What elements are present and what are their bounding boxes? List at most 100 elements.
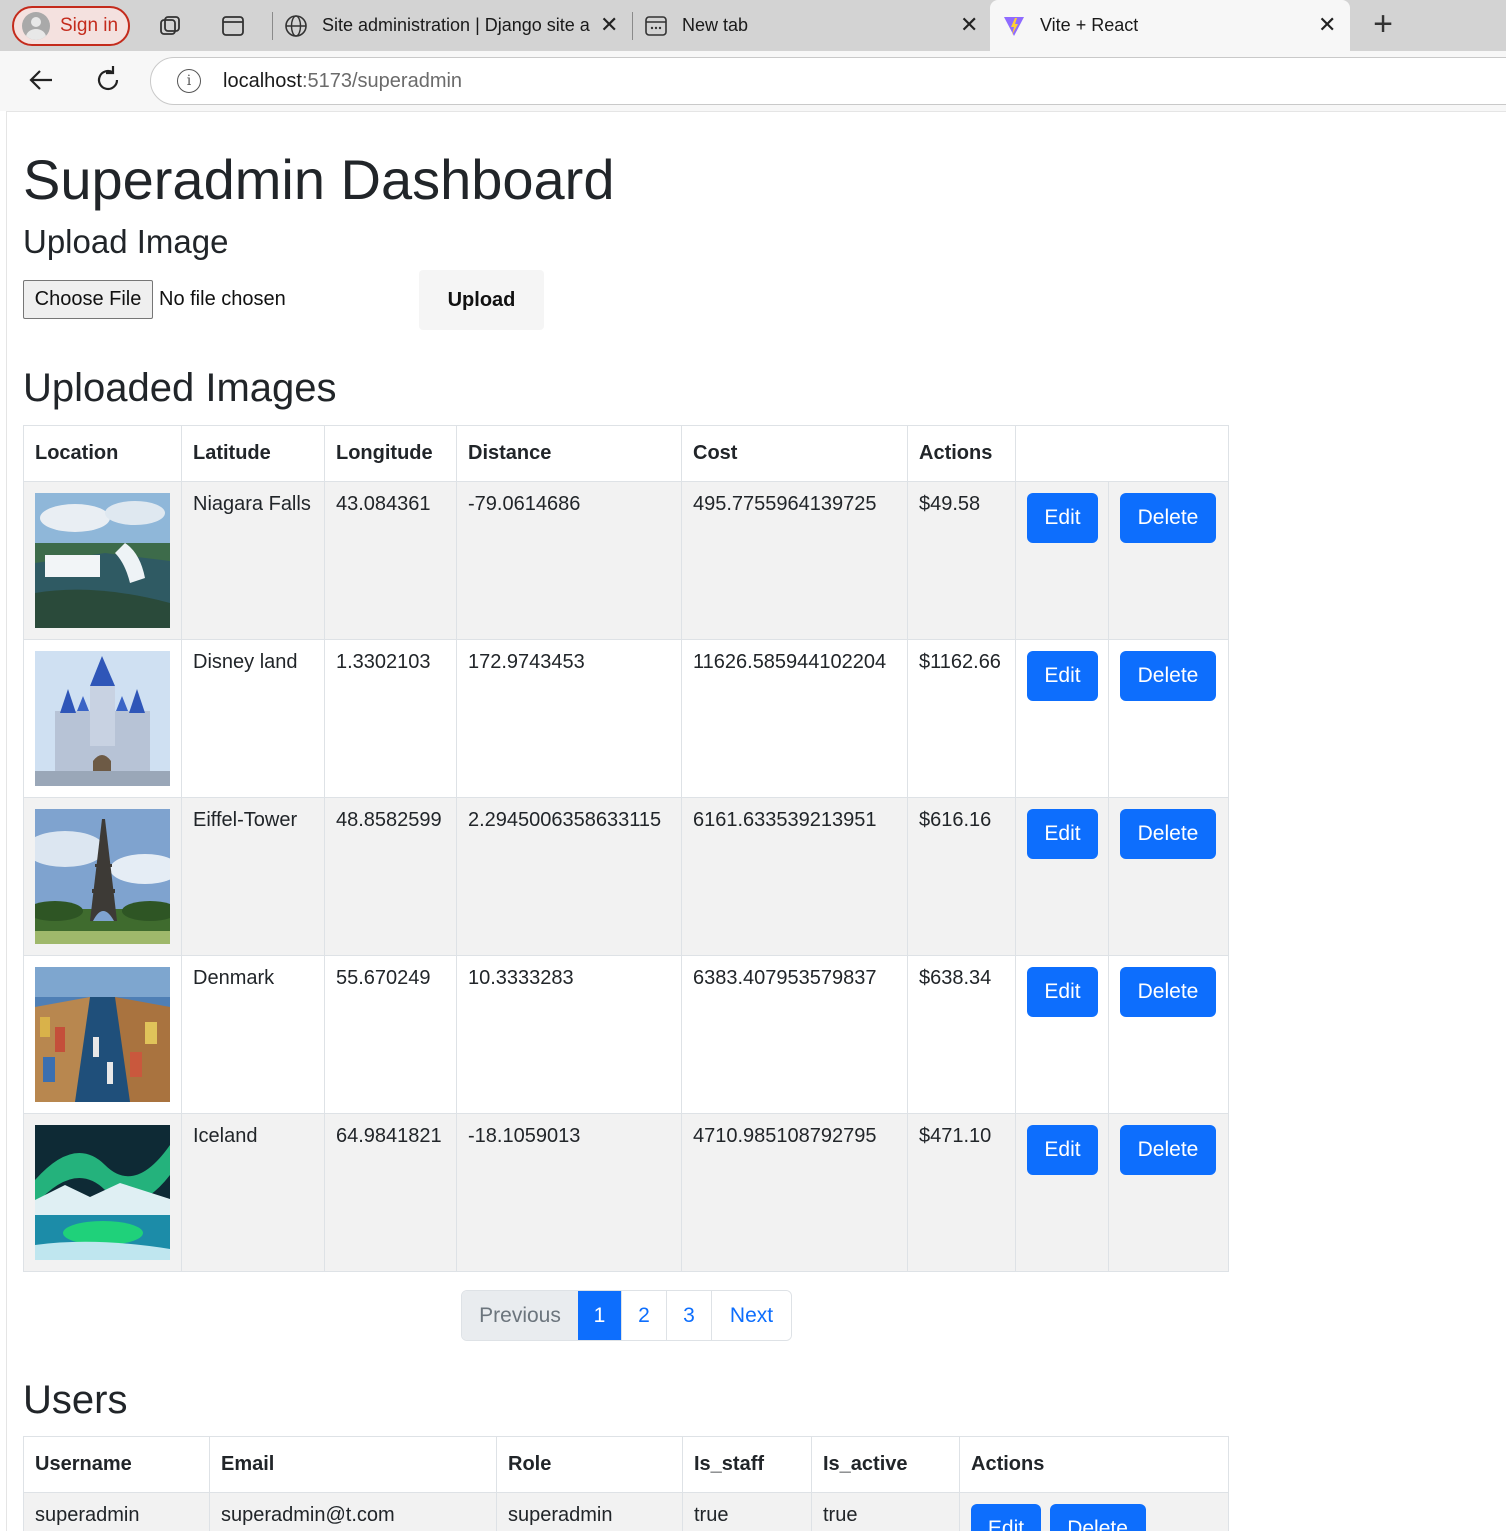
delete-button[interactable]: Delete: [1120, 1125, 1216, 1175]
next-page-button[interactable]: Next: [711, 1291, 791, 1340]
delete-user-button[interactable]: Delete: [1049, 1504, 1146, 1531]
page-2-button[interactable]: 2: [621, 1291, 666, 1340]
address-bar[interactable]: i localhost:5173/superadmin: [150, 57, 1506, 105]
edit-cell: Edit: [1015, 955, 1109, 1114]
column-header: Username: [23, 1436, 210, 1493]
site-info-icon[interactable]: i: [177, 69, 201, 93]
edit-button[interactable]: Edit: [1027, 967, 1098, 1017]
latitude-cell: 64.9841821: [324, 1113, 457, 1272]
delete-cell: Delete: [1108, 955, 1229, 1114]
delete-button[interactable]: Delete: [1120, 809, 1216, 859]
sign-in-button[interactable]: Sign in: [12, 6, 130, 46]
disneyland-castle-thumbnail: [35, 651, 170, 786]
delete-cell: Delete: [1108, 1113, 1229, 1272]
edit-user-button[interactable]: Edit: [971, 1504, 1041, 1531]
globe-icon: [285, 14, 307, 37]
is-staff-cell: true: [682, 1492, 812, 1531]
column-header: Latitude: [181, 425, 325, 482]
location-cell: Denmark: [181, 955, 325, 1114]
location-cell: Iceland: [181, 1113, 325, 1272]
longitude-cell: 2.2945006358633115: [456, 797, 682, 956]
workspaces-icon[interactable]: [156, 12, 184, 40]
newtab-icon: [645, 15, 667, 36]
browser-toolbar: i localhost:5173/superadmin: [0, 51, 1506, 111]
delete-cell: Delete: [1108, 639, 1229, 798]
distance-cell: 11626.585944102204: [681, 639, 908, 798]
reload-icon[interactable]: [91, 63, 125, 97]
uploaded-images-heading: Uploaded Images: [23, 366, 337, 410]
url-path: :5173/superadmin: [301, 69, 463, 92]
delete-button[interactable]: Delete: [1120, 967, 1216, 1017]
is-active-cell: true: [811, 1492, 960, 1531]
file-status-text: No file chosen: [159, 288, 286, 310]
username-cell: superadmin: [23, 1492, 210, 1531]
edit-button[interactable]: Edit: [1027, 493, 1098, 543]
pagination: Previous 1 2 3 Next: [461, 1290, 792, 1341]
edit-button[interactable]: Edit: [1027, 809, 1098, 859]
actions-cell: Edit Delete: [959, 1492, 1229, 1531]
tab-title: New tab: [682, 15, 749, 35]
cost-cell: $638.34: [907, 955, 1016, 1114]
distance-cell: 6383.407953579837: [681, 955, 908, 1114]
browser-tabstrip: Sign in Site administration | Django sit…: [0, 0, 1506, 51]
email-cell: superadmin@t.com: [209, 1492, 497, 1531]
cost-cell: $49.58: [907, 481, 1016, 640]
edit-button[interactable]: Edit: [1027, 1125, 1098, 1175]
edit-cell: Edit: [1015, 481, 1109, 640]
eiffel-tower-thumbnail: [35, 809, 170, 944]
table-row: Eiffel-Tower 48.8582599 2.29450063586331…: [23, 797, 1229, 956]
upload-button[interactable]: Upload: [419, 270, 544, 330]
cost-cell: $1162.66: [907, 639, 1016, 798]
latitude-cell: 48.8582599: [324, 797, 457, 956]
close-tab-icon[interactable]: ✕: [600, 12, 618, 38]
choose-file-button[interactable]: Choose File: [23, 280, 153, 319]
distance-cell: 495.7755964139725: [681, 481, 908, 640]
column-header: Is_staff: [682, 1436, 812, 1493]
users-table: Username Email Role Is_staff Is_active A…: [23, 1436, 1229, 1531]
edit-button[interactable]: Edit: [1027, 651, 1098, 701]
upload-heading: Upload Image: [23, 223, 229, 260]
edit-cell: Edit: [1015, 1113, 1109, 1272]
tab-title: Vite + React: [1040, 15, 1139, 35]
tab-actions-icon[interactable]: [219, 12, 247, 40]
column-header: Actions: [959, 1436, 1229, 1493]
column-header: Location: [23, 425, 182, 482]
tab-title: Site administration | Django site a: [322, 15, 590, 35]
new-tab-plus-icon[interactable]: +: [1368, 7, 1398, 42]
distance-cell: 6161.633539213951: [681, 797, 908, 956]
column-header: Email: [209, 1436, 497, 1493]
tab-separator: [632, 12, 633, 40]
column-header-spacer: [1015, 425, 1229, 482]
table-row: Iceland 64.9841821 -18.1059013 4710.9851…: [23, 1113, 1229, 1272]
denmark-harbor-thumbnail: [35, 967, 170, 1102]
cost-cell: $616.16: [907, 797, 1016, 956]
table-header-row: Username Email Role Is_staff Is_active A…: [23, 1436, 1229, 1493]
longitude-cell: -79.0614686: [456, 481, 682, 640]
tab-vite-react[interactable]: Vite + React ✕: [990, 0, 1350, 51]
tab-new-tab[interactable]: New tab ✕: [644, 0, 984, 51]
column-header: Actions: [907, 425, 1016, 482]
iceland-aurora-thumbnail: [35, 1125, 170, 1260]
delete-cell: Delete: [1108, 797, 1229, 956]
page-1-button[interactable]: 1: [578, 1291, 621, 1340]
thumbnail-cell: [23, 1113, 182, 1272]
column-header: Longitude: [324, 425, 457, 482]
edit-cell: Edit: [1015, 797, 1109, 956]
location-cell: Niagara Falls: [181, 481, 325, 640]
close-tab-icon[interactable]: ✕: [1318, 12, 1336, 38]
page-title: Superadmin Dashboard: [23, 148, 615, 211]
longitude-cell: -18.1059013: [456, 1113, 682, 1272]
thumbnail-cell: [23, 639, 182, 798]
table-row: superadmin superadmin@t.com superadmin t…: [23, 1492, 1229, 1531]
profile-avatar-icon: [22, 12, 50, 40]
latitude-cell: 55.670249: [324, 955, 457, 1114]
page-3-button[interactable]: 3: [666, 1291, 711, 1340]
tab-django-admin[interactable]: Site administration | Django site a ✕: [284, 0, 624, 51]
back-arrow-icon[interactable]: [24, 63, 58, 97]
close-tab-icon[interactable]: ✕: [960, 12, 978, 38]
delete-button[interactable]: Delete: [1120, 493, 1216, 543]
latitude-cell: 43.084361: [324, 481, 457, 640]
previous-page-button[interactable]: Previous: [462, 1291, 578, 1340]
delete-button[interactable]: Delete: [1120, 651, 1216, 701]
distance-cell: 4710.985108792795: [681, 1113, 908, 1272]
